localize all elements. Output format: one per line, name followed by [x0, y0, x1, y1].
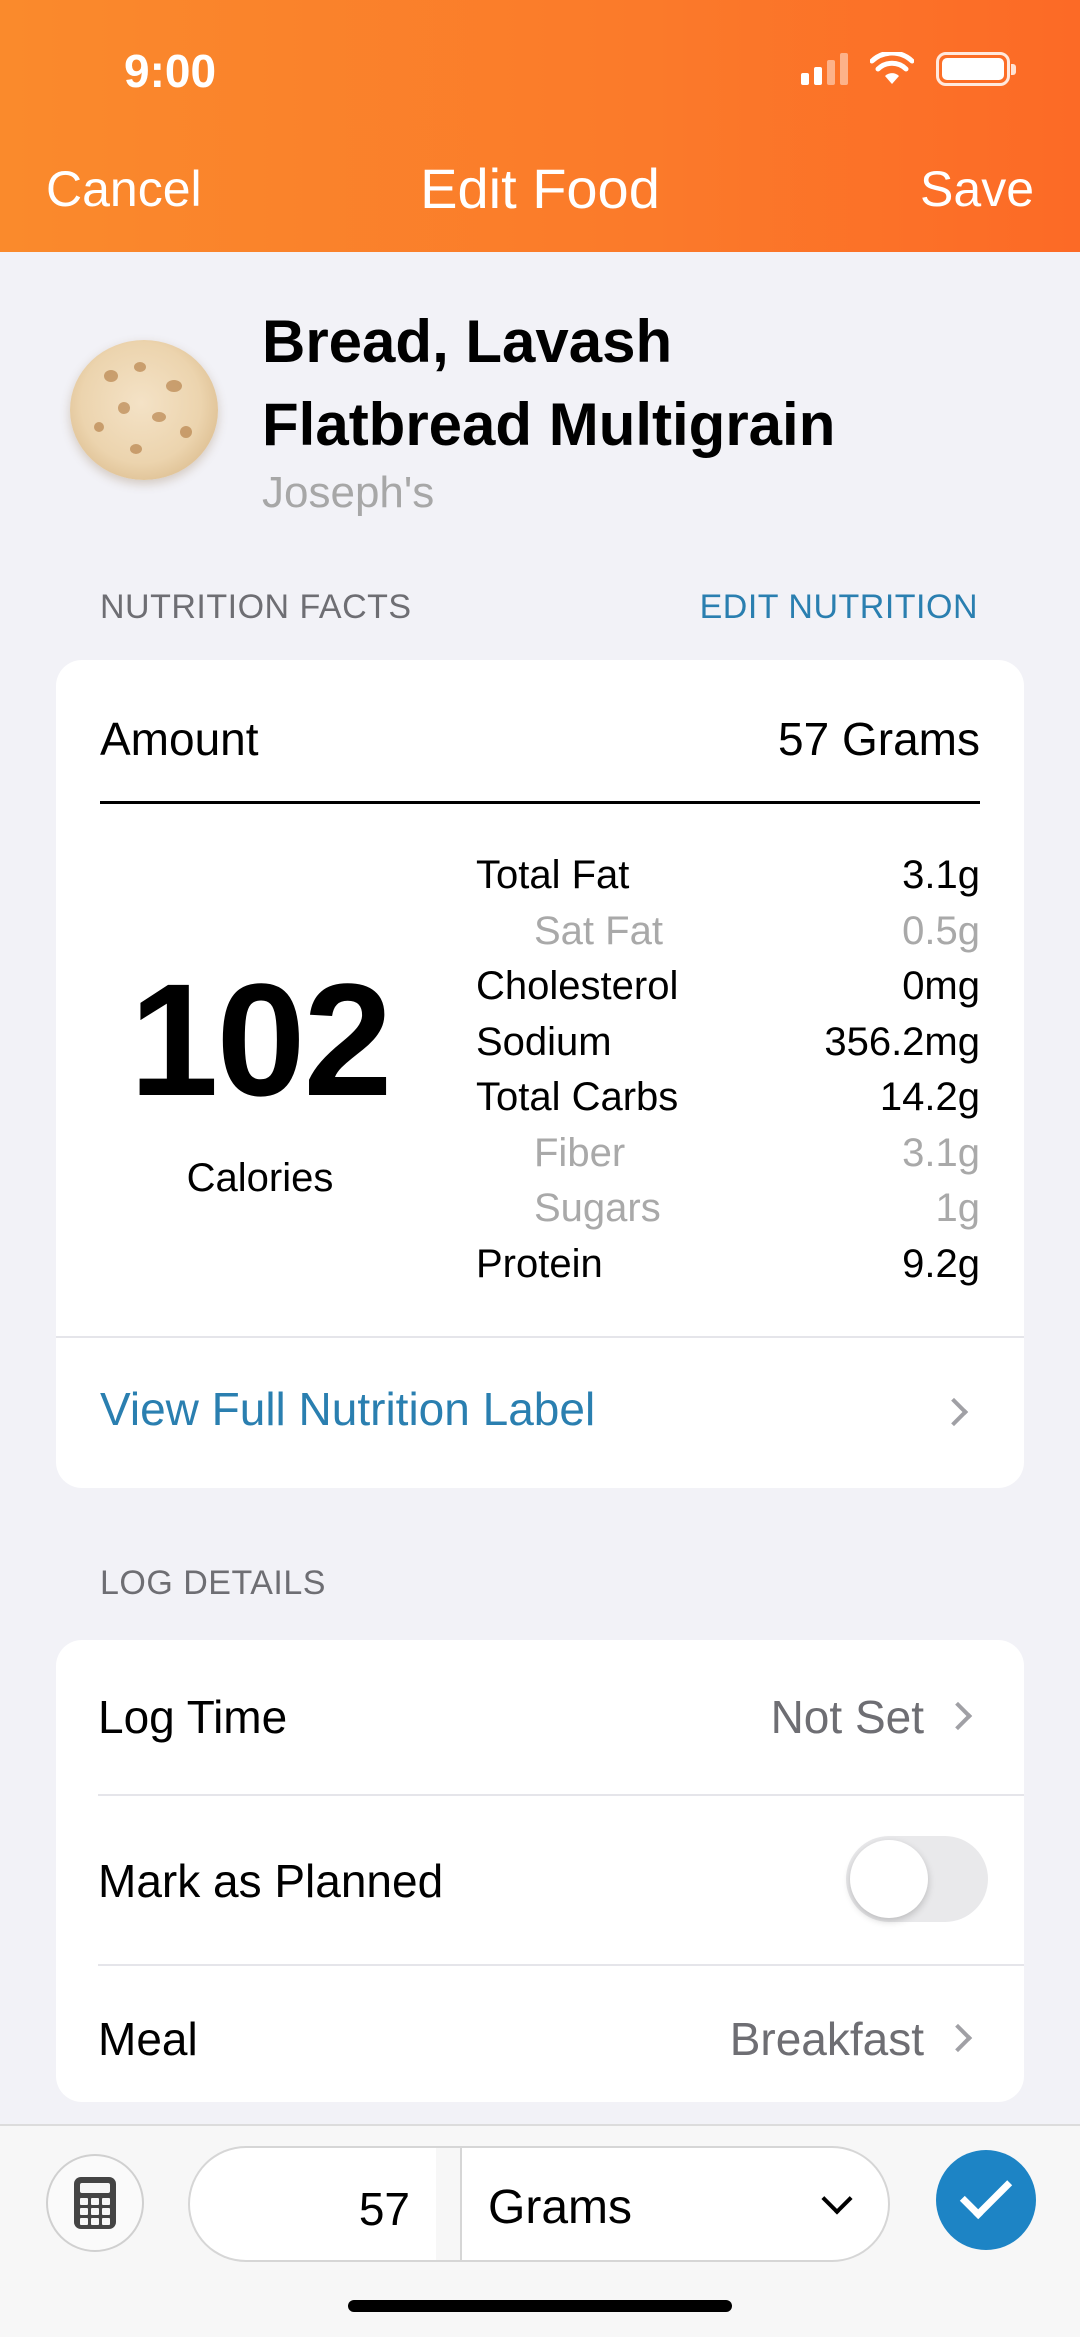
nutrient-row-total-carbs: Total Carbs 14.2g [476, 1070, 980, 1126]
save-button[interactable]: Save [920, 160, 1034, 218]
nutrient-row-cholesterol: Cholesterol 0mg [476, 959, 980, 1015]
log-details-card: Log Time Not Set Mark as Planned Meal Br… [56, 1640, 1024, 2102]
nutrient-value: 356.2mg [824, 1019, 980, 1064]
food-name-line1: Bread, Lavash [262, 308, 673, 375]
nutrient-name: Sodium [476, 1019, 612, 1064]
nutrient-name: Sat Fat [534, 908, 663, 953]
nutrient-name: Total Carbs [476, 1075, 679, 1119]
nutrient-row-sugars: Sugars 1g [476, 1181, 980, 1237]
view-full-nutrition-label-row[interactable]: View Full Nutrition Label [56, 1336, 1024, 1488]
quantity-input[interactable]: 57 [188, 2146, 436, 2262]
nutrient-value: 0mg [902, 964, 980, 1008]
amount-label: Amount [100, 713, 259, 765]
nutrient-list: Total Fat 3.1g Sat Fat 0.5g Cholesterol … [476, 848, 980, 1292]
mark-as-planned-toggle[interactable] [846, 1836, 988, 1922]
nutrient-value: 0.5g [902, 908, 980, 953]
calories-label: Calories [186, 1156, 334, 1200]
confirm-button[interactable] [936, 2150, 1036, 2250]
log-time-value: Not Set [770, 1691, 924, 1743]
meal-label: Meal [98, 2013, 198, 2065]
log-time-label: Log Time [98, 1691, 288, 1743]
nutrient-row-sat-fat: Sat Fat 0.5g [476, 904, 980, 960]
field-divider [436, 2146, 460, 2262]
meal-row[interactable]: Meal Breakfast [56, 1966, 1024, 2122]
unit-select[interactable]: Grams [460, 2146, 890, 2262]
nutrient-row-protein: Protein 9.2g [476, 1237, 980, 1293]
nutrient-name: Cholesterol [476, 964, 679, 1008]
nutrient-value: 3.1g [902, 853, 980, 897]
mark-as-planned-row: Mark as Planned [56, 1796, 1024, 1966]
chevron-right-icon [943, 1701, 973, 1731]
nutrient-value: 3.1g [902, 1130, 980, 1175]
battery-icon [936, 52, 1016, 86]
amount-row: Amount 57 Grams [100, 660, 980, 804]
nutrient-name: Sugars [534, 1186, 661, 1230]
status-time: 9:00 [124, 45, 217, 97]
chevron-down-icon [821, 2183, 853, 2215]
nutrient-row-fiber: Fiber 3.1g [476, 1126, 980, 1182]
chevron-right-icon [939, 1397, 969, 1427]
food-name: Bread, Lavash Flatbread Multigrain [262, 300, 835, 466]
food-brand: Joseph's [262, 468, 435, 517]
toggle-knob [850, 1840, 928, 1918]
calculator-button[interactable] [46, 2154, 144, 2252]
log-time-row[interactable]: Log Time Not Set [56, 1640, 1024, 1796]
calculator-icon [74, 2177, 116, 2229]
nutrient-row-total-fat: Total Fat 3.1g [476, 848, 980, 904]
view-full-nutrition-label-link[interactable]: View Full Nutrition Label [100, 1382, 595, 1436]
unit-select-value: Grams [488, 2181, 632, 2234]
nutrient-value: 9.2g [902, 1241, 980, 1286]
edit-nutrition-link[interactable]: EDIT NUTRITION [700, 588, 978, 627]
nutrition-card: Amount 57 Grams 102 Calories Total Fat 3… [56, 660, 1024, 1488]
chevron-right-icon [943, 2023, 973, 2053]
nutrient-name: Fiber [534, 1130, 626, 1175]
checkmark-icon [959, 2166, 1013, 2220]
status-icons [801, 52, 1016, 86]
nutrient-value: 1g [935, 1186, 981, 1230]
flatbread-image [70, 340, 218, 480]
nutrition-facts-heading: NUTRITION FACTS [100, 588, 412, 626]
nutrient-name: Protein [476, 1241, 603, 1286]
wifi-icon [870, 52, 914, 84]
nutrient-row-sodium: Sodium 356.2mg [476, 1015, 980, 1071]
food-name-line2: Flatbread Multigrain [262, 391, 836, 458]
cellular-signal-icon [801, 53, 848, 85]
meal-value: Breakfast [729, 2013, 924, 2065]
log-details-heading: LOG DETAILS [100, 1564, 326, 1602]
header: 9:00 Cancel Edit Food Save [0, 0, 1080, 252]
mark-as-planned-label: Mark as Planned [98, 1855, 444, 1907]
calories-value: 102 [129, 950, 393, 1129]
home-indicator [348, 2300, 732, 2312]
amount-value: 57 Grams [778, 713, 980, 765]
nutrient-name: Total Fat [476, 853, 630, 897]
page-title: Edit Food [420, 157, 660, 220]
nutrient-value: 14.2g [879, 1075, 980, 1119]
